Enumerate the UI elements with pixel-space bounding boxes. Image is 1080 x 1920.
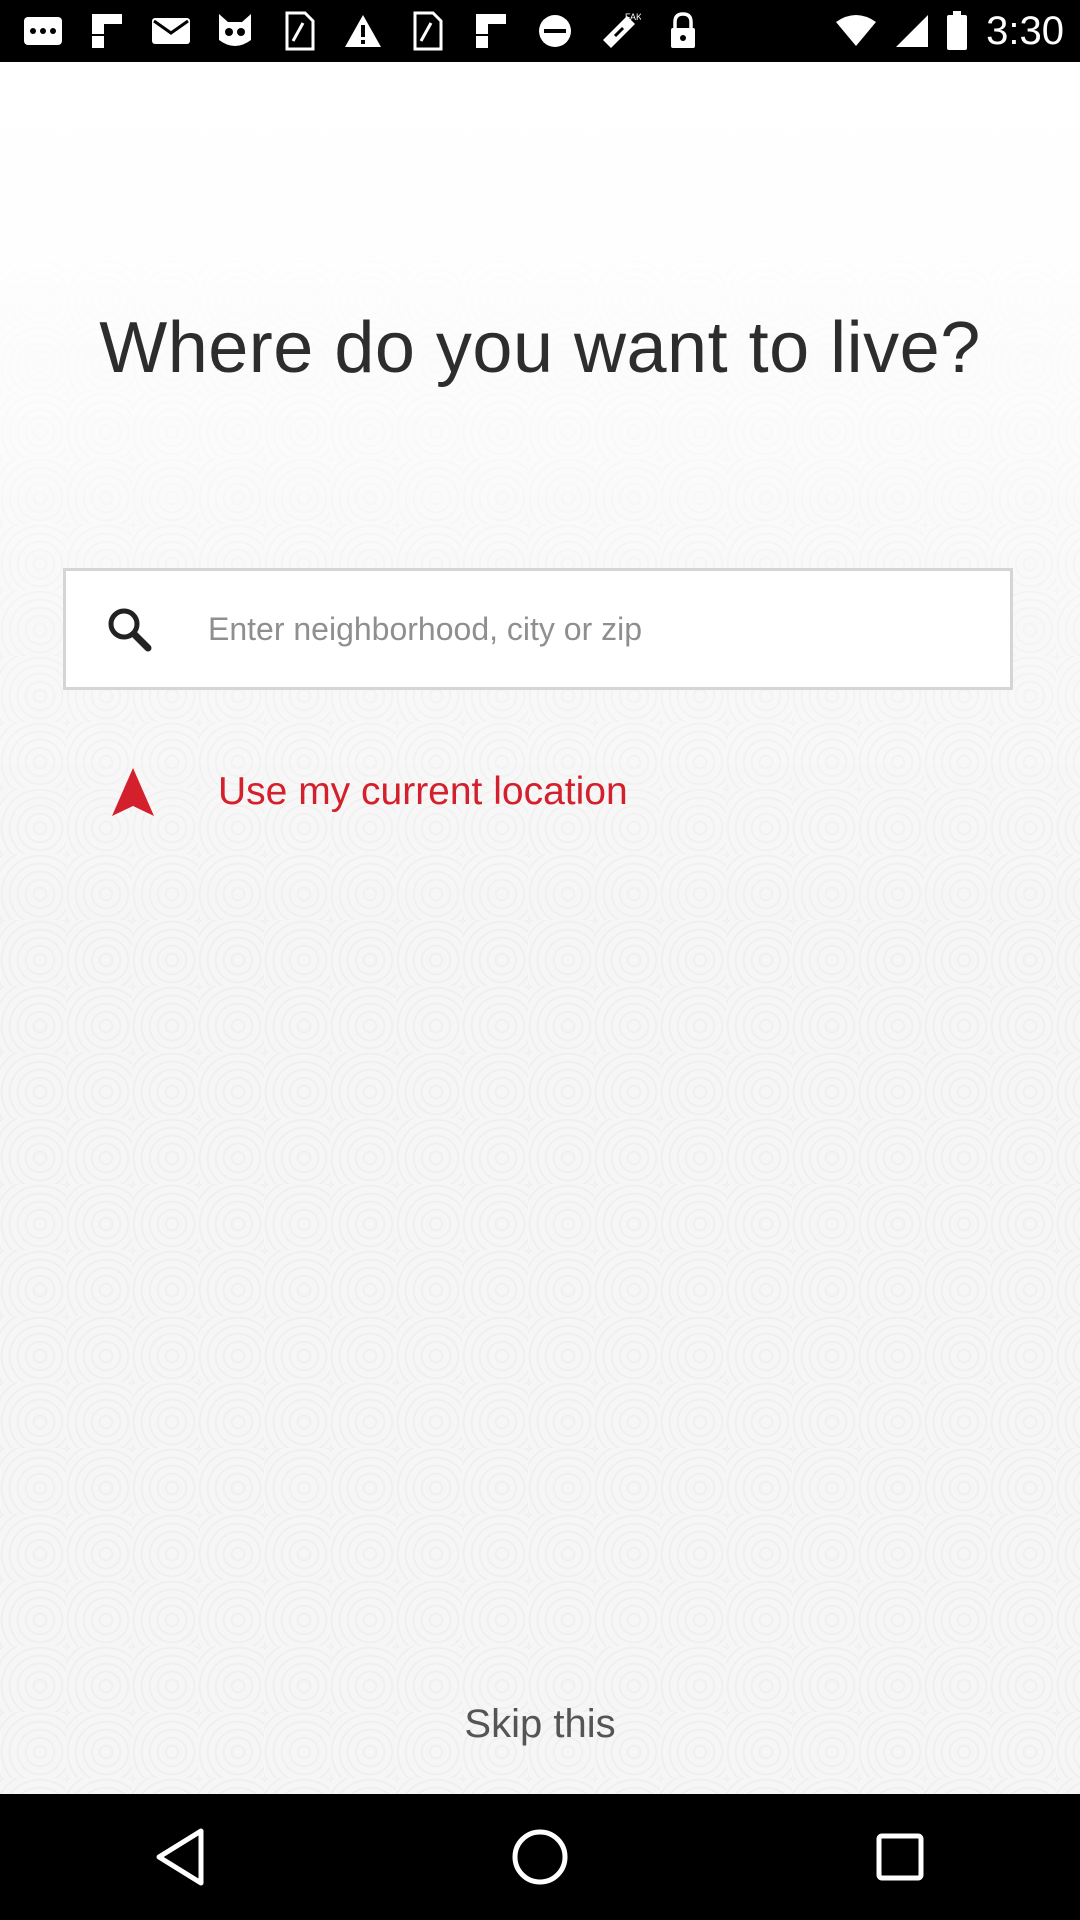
more-apps-icon (20, 8, 66, 54)
battery-icon (946, 8, 970, 54)
search-icon (106, 600, 164, 658)
location-screen: Where do you want to live? Use my curren… (0, 62, 1080, 1794)
skip-button[interactable]: Skip this (0, 1702, 1080, 1747)
flipboard-icon-2 (468, 8, 514, 54)
sim-tool-icon (276, 8, 322, 54)
mail-icon (148, 8, 194, 54)
page-title: Where do you want to live? (99, 308, 981, 388)
status-time: 3:30 (986, 8, 1064, 53)
back-icon[interactable] (135, 1812, 225, 1902)
navigation-arrow-icon (110, 763, 162, 821)
svg-text:FAKE: FAKE (625, 12, 641, 22)
search-input[interactable] (206, 609, 930, 649)
flipboard-icon (84, 8, 130, 54)
fake-gps-icon: FAKE (596, 8, 642, 54)
sim-tool-icon-2 (404, 8, 450, 54)
navigation-bar (0, 1794, 1080, 1920)
use-current-location-label: Use my current location (218, 770, 628, 813)
recents-icon[interactable] (855, 1812, 945, 1902)
wifi-icon (834, 8, 878, 54)
search-box[interactable] (63, 568, 1013, 690)
lock-icon (660, 8, 706, 54)
signal-icon (894, 8, 930, 54)
cat-app-icon (212, 8, 258, 54)
use-current-location-button[interactable]: Use my current location (110, 752, 628, 832)
cancel-circle-icon (532, 8, 578, 54)
status-bar: FAKE 3:30 (0, 0, 1080, 62)
home-icon[interactable] (495, 1812, 585, 1902)
warning-icon (340, 8, 386, 54)
notification-icons: FAKE (20, 8, 706, 54)
